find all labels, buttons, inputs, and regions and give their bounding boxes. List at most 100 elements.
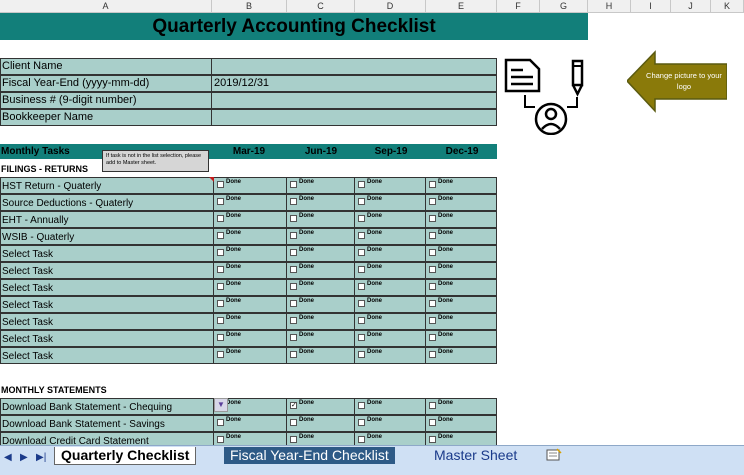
done-checkbox[interactable] [358,266,365,273]
done-checkbox[interactable] [290,334,297,341]
done-checkbox[interactable] [358,436,365,443]
done-checkbox[interactable] [217,300,224,307]
column-header-f[interactable]: F [497,0,540,12]
done-checkbox[interactable] [217,215,224,222]
done-checkbox[interactable] [217,249,224,256]
done-checkbox[interactable] [358,249,365,256]
task-status-cell: Done [214,296,287,313]
done-checkbox[interactable] [217,266,224,273]
done-checkbox[interactable] [290,198,297,205]
done-checkbox[interactable] [429,181,436,188]
done-checkbox[interactable] [429,300,436,307]
client-name-value[interactable] [212,58,497,75]
done-checkbox[interactable] [290,283,297,290]
done-checkbox[interactable] [358,215,365,222]
done-checkbox[interactable] [217,198,224,205]
comment-indicator-icon[interactable] [209,177,214,182]
done-checkbox[interactable] [290,317,297,324]
business-number-value[interactable] [212,92,497,109]
done-checkbox[interactable] [358,402,365,409]
fiscal-year-end-value[interactable]: 2019/12/31 [212,75,497,92]
last-sheet-icon[interactable]: ▶| [36,452,46,463]
done-checkbox[interactable] [429,198,436,205]
done-checkbox-label: Done [299,230,314,236]
done-checkbox[interactable] [217,334,224,341]
done-checkbox[interactable] [358,198,365,205]
done-checkbox[interactable] [290,419,297,426]
done-checkbox[interactable] [290,402,297,409]
column-header-c[interactable]: C [287,0,355,12]
task-name-cell[interactable]: WSIB - Quaterly [0,228,214,245]
next-sheet-icon[interactable]: ▶ [20,452,28,463]
done-checkbox[interactable] [358,317,365,324]
task-dropdown-button[interactable]: ▼ [214,398,228,412]
done-checkbox[interactable] [358,181,365,188]
done-checkbox[interactable] [358,419,365,426]
done-checkbox[interactable] [358,300,365,307]
done-checkbox[interactable] [217,283,224,290]
task-name-cell[interactable]: Download Bank Statement - Chequing [0,398,214,415]
done-checkbox[interactable] [290,266,297,273]
done-checkbox[interactable] [290,249,297,256]
done-checkbox[interactable] [217,181,224,188]
task-name-cell[interactable]: Select Task [0,245,214,262]
column-header-g[interactable]: G [540,0,588,12]
task-name-cell[interactable]: EHT - Annually [0,211,214,228]
done-checkbox[interactable] [358,283,365,290]
task-name-cell[interactable]: Select Task [0,330,214,347]
done-checkbox[interactable] [429,215,436,222]
tab-quarterly-checklist[interactable]: Quarterly Checklist [54,447,197,465]
task-name-cell[interactable]: HST Return - Quaterly [0,177,214,194]
task-name-cell[interactable]: Source Deductions - Quaterly [0,194,214,211]
done-checkbox[interactable] [290,232,297,239]
done-checkbox[interactable] [290,181,297,188]
column-header-d[interactable]: D [355,0,426,12]
column-header-e[interactable]: E [426,0,497,12]
done-checkbox[interactable] [358,232,365,239]
done-checkbox[interactable] [429,317,436,324]
task-name-cell[interactable]: Select Task [0,279,214,296]
done-checkbox[interactable] [217,419,224,426]
task-name-cell[interactable]: Select Task [0,313,214,330]
done-checkbox[interactable] [429,232,436,239]
task-name-cell[interactable]: Select Task [0,347,214,364]
done-checkbox[interactable] [290,351,297,358]
column-header-k[interactable]: K [711,0,744,12]
done-checkbox[interactable] [429,419,436,426]
done-checkbox[interactable] [217,436,224,443]
done-checkbox[interactable] [290,436,297,443]
done-checkbox[interactable] [429,334,436,341]
done-checkbox[interactable] [358,351,365,358]
task-name-cell[interactable]: Download Bank Statement - Savings [0,415,214,432]
done-checkbox[interactable] [217,232,224,239]
task-name-cell[interactable]: Download Credit Card Statement [0,432,214,445]
insert-sheet-icon[interactable] [545,448,563,462]
tab-master-sheet[interactable]: Master Sheet [428,447,523,464]
task-status-cell: Done [426,432,497,445]
done-checkbox[interactable] [290,215,297,222]
done-checkbox[interactable] [217,317,224,324]
column-header-b[interactable]: B [212,0,287,12]
done-checkbox[interactable] [429,436,436,443]
tab-fiscal-year-end-checklist[interactable]: Fiscal Year-End Checklist [224,447,395,464]
done-checkbox[interactable] [429,402,436,409]
done-checkbox[interactable] [217,351,224,358]
done-checkbox[interactable] [429,266,436,273]
done-checkbox[interactable] [429,249,436,256]
bookkeeper-name-value[interactable] [212,109,497,126]
done-checkbox[interactable] [290,300,297,307]
column-header-h[interactable]: H [588,0,631,12]
done-checkbox[interactable] [429,283,436,290]
done-checkbox[interactable] [358,334,365,341]
done-checkbox[interactable] [429,351,436,358]
task-name-cell[interactable]: Select Task [0,262,214,279]
worksheet-grid[interactable]: Quarterly Accounting Checklist Client Na… [0,13,744,445]
column-header-j[interactable]: J [671,0,711,12]
column-header-i[interactable]: I [631,0,671,12]
column-header-a[interactable]: A [0,0,212,12]
first-sheet-icon[interactable]: ◀ [4,452,12,463]
task-status-cell: Done [287,194,355,211]
task-name-cell[interactable]: Select Task [0,296,214,313]
done-checkbox-label: Done [367,434,382,440]
bookkeeper-logo-icon[interactable] [503,57,591,135]
